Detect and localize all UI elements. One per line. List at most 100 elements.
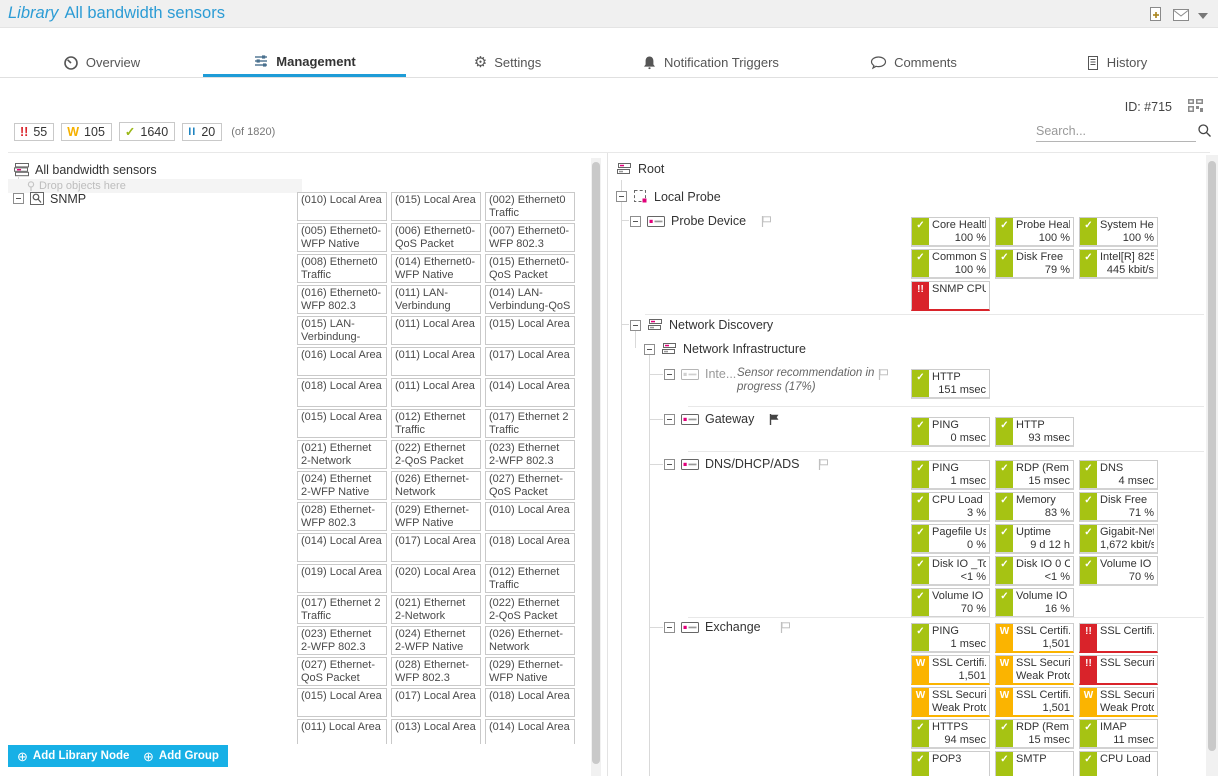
library-sensor-tile[interactable]: (029) Ethernet-WFP Native	[485, 657, 575, 686]
library-sensor-tile[interactable]: (026) Ethernet-Network	[391, 471, 481, 500]
left-scrollbar-thumb[interactable]	[592, 162, 600, 764]
tab-history[interactable]: History	[1015, 48, 1218, 77]
library-sensor-tile[interactable]: (014) Local Area	[485, 719, 575, 744]
library-sensor-tile[interactable]: (017) Local Area	[391, 533, 481, 562]
search-icon[interactable]	[1197, 123, 1212, 138]
flag-outline-icon[interactable]	[779, 621, 792, 634]
device-tree-root[interactable]: Root	[616, 162, 664, 176]
new-report-icon[interactable]	[1148, 6, 1164, 23]
sensor-tile[interactable]: ✓Intel[R] 825...445 kbit/s	[1079, 249, 1158, 279]
sensor-tile[interactable]: ✓Disk Free79 %	[995, 249, 1074, 279]
library-sensor-tile[interactable]: (022) Ethernet 2-QoS Packet	[391, 440, 481, 469]
library-sensor-tile[interactable]: (007) Ethernet0-WFP 802.3	[485, 223, 575, 252]
sensor-tile[interactable]: !!SNMP CPU...	[911, 281, 990, 311]
email-icon[interactable]	[1172, 8, 1190, 22]
library-sensor-tile[interactable]: (021) Ethernet 2-Network	[297, 440, 387, 469]
sensor-tile[interactable]: ✓Gigabit-Net...1,672 kbit/s	[1079, 524, 1158, 554]
library-sensor-tile[interactable]: (024) Ethernet 2-WFP Native	[297, 471, 387, 500]
sensor-tile[interactable]: ✓Disk IO 0 C:<1 %	[995, 556, 1074, 586]
library-sensor-tile[interactable]: (028) Ethernet-WFP 802.3	[391, 657, 481, 686]
sensor-tile[interactable]: ✓Probe Heal...100 %	[995, 217, 1074, 247]
library-sensor-tile[interactable]: (018) Local Area	[485, 688, 575, 717]
collapse-toggle-icon[interactable]	[644, 344, 655, 355]
sensor-tile[interactable]: WSSL Certifi...1,501	[995, 687, 1074, 717]
error-count-badge[interactable]: !!55	[14, 123, 54, 141]
sensor-tile[interactable]: ✓CPU Load3 %	[911, 492, 990, 522]
library-sensor-tile[interactable]: (014) Ethernet0-WFP Native	[391, 254, 481, 283]
sensor-tile[interactable]: ✓Volume IO ...70 %	[911, 588, 990, 618]
sensor-tile[interactable]: ✓RDP (Rem...15 msec	[995, 460, 1074, 490]
library-sensor-tile[interactable]: (008) Ethernet0 Traffic	[297, 254, 387, 283]
library-sensor-tile[interactable]: (021) Ethernet 2-Network	[391, 595, 481, 624]
device-node-gateway[interactable]: Gateway	[664, 412, 781, 426]
sensor-tile[interactable]: ✓RDP (Rem...15 msec	[995, 719, 1074, 749]
library-sensor-tile[interactable]: (022) Ethernet 2-QoS Packet	[485, 595, 575, 624]
sensor-tile[interactable]: ✓HTTP151 msec	[911, 369, 990, 399]
sensor-tile[interactable]: !!SSL Certifi...	[1079, 623, 1158, 653]
library-node-snmp[interactable]: SNMP	[13, 191, 86, 206]
device-node-exchange[interactable]: Exchange	[664, 620, 792, 634]
sensor-tile[interactable]: WSSL Certifi...1,501	[995, 623, 1074, 653]
collapse-toggle-icon[interactable]	[664, 369, 675, 380]
ok-count-badge[interactable]: ✓1640	[119, 122, 175, 141]
library-sensor-tile[interactable]: (018) Local Area	[297, 378, 387, 407]
library-sensor-tile[interactable]: (014) LAN-Verbindung-QoS	[485, 285, 575, 314]
chevron-down-icon[interactable]	[1198, 13, 1208, 19]
library-sensor-tile[interactable]: (015) Ethernet0-QoS Packet	[485, 254, 575, 283]
sensor-tile[interactable]: WSSL Certifi...1,501	[911, 655, 990, 685]
device-node-probe-device[interactable]: Probe Device	[630, 214, 773, 228]
tab-management[interactable]: Management	[203, 48, 406, 77]
library-sensor-tile[interactable]: (015) Local Area	[485, 316, 575, 345]
library-sensor-tile[interactable]: (012) Ethernet Traffic	[391, 409, 481, 438]
flag-outline-icon[interactable]	[760, 215, 773, 228]
library-sensor-tile[interactable]: (020) Local Area	[391, 564, 481, 593]
library-sensor-tile[interactable]: (011) Local Area	[391, 316, 481, 345]
collapse-toggle-icon[interactable]	[664, 414, 675, 425]
library-sensor-tile[interactable]: (016) Local Area	[297, 347, 387, 376]
library-sensor-tile[interactable]: (006) Ethernet0-QoS Packet	[391, 223, 481, 252]
sensor-tile[interactable]: ✓System He...100 %	[1079, 217, 1158, 247]
sensor-tile[interactable]: WSSL Securi...Weak Proto...	[911, 687, 990, 717]
left-scrollbar[interactable]	[591, 158, 601, 776]
library-sensor-tile[interactable]: (018) Local Area	[485, 533, 575, 562]
sensor-tile[interactable]: ✓CPU Load	[1079, 751, 1158, 776]
add-library-node-button[interactable]: ⊕ Add Library Node	[8, 745, 138, 767]
collapse-toggle-icon[interactable]	[664, 459, 675, 470]
collapse-toggle-icon[interactable]	[630, 320, 641, 331]
right-scrollbar[interactable]	[1206, 155, 1218, 776]
library-sensor-tile[interactable]: (014) Local Area	[297, 533, 387, 562]
library-sensor-tile[interactable]: (017) Local Area	[485, 347, 575, 376]
sensor-tile[interactable]: ✓Volume IO ...16 %	[995, 588, 1074, 618]
group-node-network-discovery[interactable]: Network Discovery	[630, 318, 773, 332]
add-group-button[interactable]: ⊕ Add Group	[134, 745, 228, 767]
sensor-tile[interactable]: ✓Disk Free71 %	[1079, 492, 1158, 522]
library-sensor-tile[interactable]: (023) Ethernet 2-WFP 802.3	[485, 440, 575, 469]
sensor-tile[interactable]: ✓HTTPS94 msec	[911, 719, 990, 749]
tab-comments[interactable]: Comments	[812, 48, 1015, 77]
library-sensor-tile[interactable]: (011) Local Area	[391, 347, 481, 376]
library-sensor-tile[interactable]: (023) Ethernet 2-WFP 802.3	[297, 626, 387, 655]
group-node-network-infrastructure[interactable]: Network Infrastructure	[644, 342, 806, 356]
sensor-tile[interactable]: ✓Pagefile Us...0 %	[911, 524, 990, 554]
collapse-toggle-icon[interactable]	[13, 193, 24, 204]
library-root-node[interactable]: All bandwidth sensors	[13, 162, 157, 177]
sensor-tile[interactable]: ✓Memory83 %	[995, 492, 1074, 522]
sensor-tile[interactable]: WSSL Securi...Weak Proto...	[1079, 687, 1158, 717]
library-sensor-tile[interactable]: (028) Ethernet-WFP 802.3	[297, 502, 387, 531]
device-node-dns-dhcp-ads[interactable]: DNS/DHCP/ADS	[664, 457, 830, 471]
library-sensor-tile[interactable]: (013) Local Area	[391, 719, 481, 744]
library-sensor-tile[interactable]: (017) Local Area	[391, 688, 481, 717]
library-sensor-tile[interactable]: (017) Ethernet 2 Traffic	[297, 595, 387, 624]
flag-outline-icon[interactable]	[817, 458, 830, 471]
sensor-tile[interactable]: ✓SMTP	[995, 751, 1074, 776]
library-sensor-tile[interactable]: (015) Local Area	[297, 409, 387, 438]
sensor-tile[interactable]: ✓PING0 msec	[911, 417, 990, 447]
sensor-tile[interactable]: ✓PING1 msec	[911, 460, 990, 490]
right-scrollbar-thumb[interactable]	[1208, 161, 1216, 751]
library-sensor-tile[interactable]: (029) Ethernet-WFP Native	[391, 502, 481, 531]
library-sensor-tile[interactable]: (017) Ethernet 2 Traffic	[485, 409, 575, 438]
library-sensor-tile[interactable]: (027) Ethernet-QoS Packet	[485, 471, 575, 500]
collapse-toggle-icon[interactable]	[616, 191, 627, 202]
sensor-tile[interactable]: ✓IMAP11 msec	[1079, 719, 1158, 749]
sensor-tile[interactable]: ✓DNS4 msec	[1079, 460, 1158, 490]
